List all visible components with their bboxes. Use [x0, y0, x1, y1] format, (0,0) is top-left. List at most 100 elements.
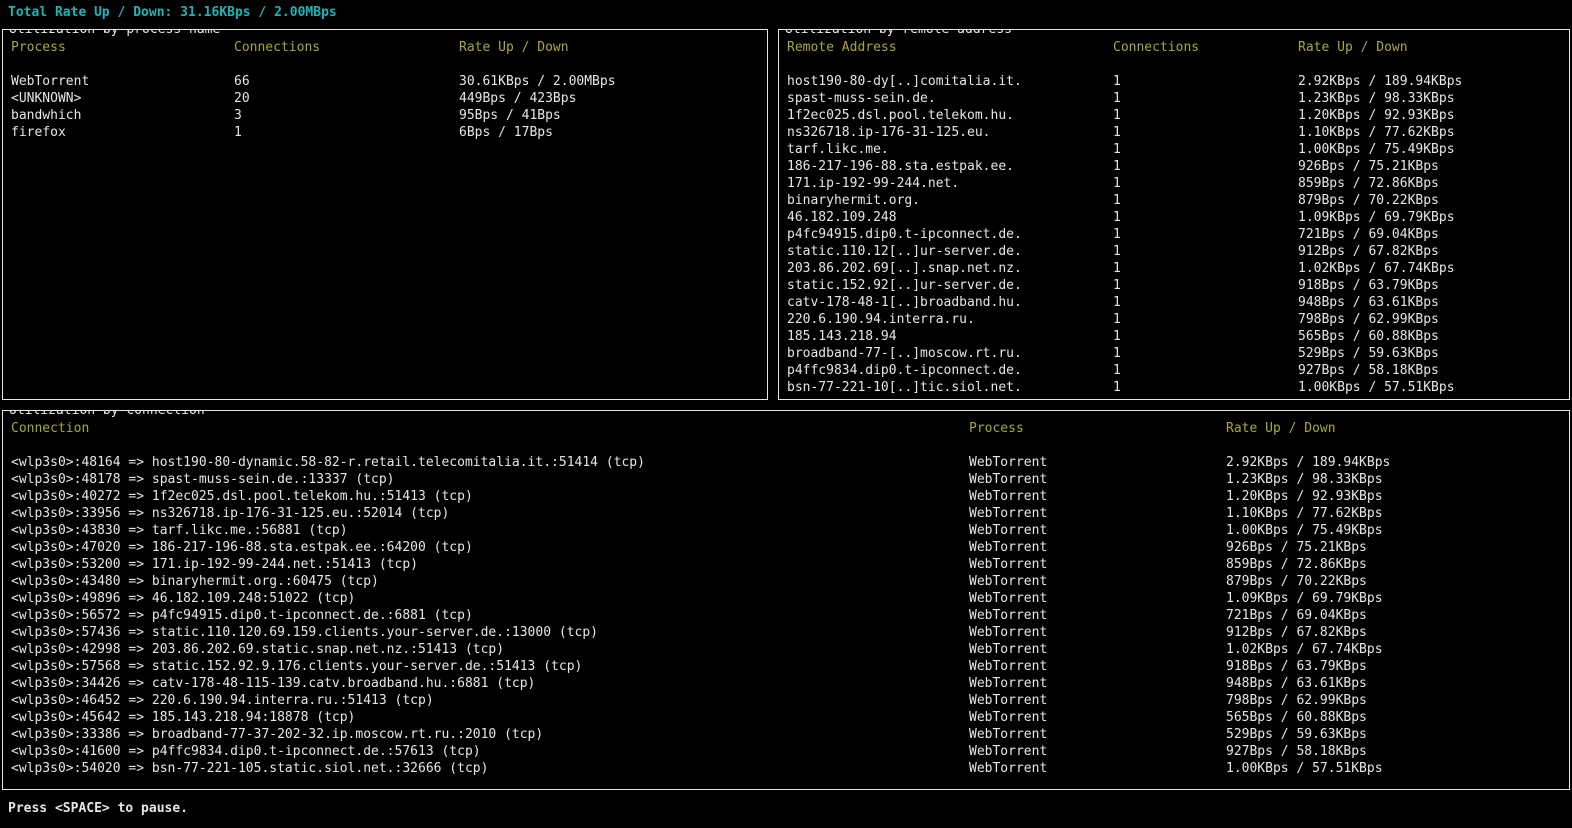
table-cell: <wlp3s0>:53200 => 171.ip-192-99-244.net.… — [11, 557, 418, 572]
table-cell: 1 — [1113, 210, 1121, 225]
table-cell: 1 — [1113, 159, 1121, 174]
table-cell: 171.ip-192-99-244.net. — [787, 176, 960, 191]
table-cell: <wlp3s0>:43480 => binaryhermit.org.:6047… — [11, 574, 379, 589]
table-cell: WebTorrent — [969, 455, 1048, 470]
column-header: Rate Up / Down — [1298, 40, 1408, 55]
table-cell: 1 — [1113, 346, 1121, 361]
table-cell: <wlp3s0>:43830 => tarf.likc.me.:56881 (t… — [11, 523, 348, 538]
process-table: Process Connections Rate Up / Down WebTorre… — [3, 39, 767, 141]
table-row: <wlp3s0>:41600 => p4ffc9834.dip0.t-ipcon… — [3, 743, 1569, 760]
table-cell: 186-217-196-88.sta.estpak.ee. — [787, 159, 1014, 174]
panel-process-utilization: Utilization by process name Process Conne… — [2, 29, 768, 400]
pause-hint: Press <SPACE> to pause. — [8, 801, 189, 816]
table-cell: 529Bps / 59.63KBps — [1298, 346, 1439, 361]
table-cell: <wlp3s0>:47020 => 186-217-196-88.sta.est… — [11, 540, 473, 555]
table-cell: 948Bps / 63.61KBps — [1298, 295, 1439, 310]
remote-address-table: Remote Address Connections Rate Up / Down h… — [779, 39, 1569, 396]
table-cell: 798Bps / 62.99KBps — [1298, 312, 1439, 327]
table-row: bsn-77-221-10[..]tic.siol.net. 1 1.00KBps … — [779, 379, 1569, 396]
table-cell: <wlp3s0>:48178 => spast-muss-sein.de.:13… — [11, 472, 395, 487]
table-row: bandwhich 3 95Bps / 41Bps — [3, 107, 767, 124]
table-cell: 1f2ec025.dsl.pool.telekom.hu. — [787, 108, 1014, 123]
column-header: Connection — [11, 421, 90, 436]
table-row: firefox 1 6Bps / 17Bps — [3, 124, 767, 141]
table-row: p4fc94915.dip0.t-ipconnect.de. 1 721Bps / … — [779, 226, 1569, 243]
table-cell: 529Bps / 59.63KBps — [1226, 727, 1367, 742]
table-cell: <wlp3s0>:33956 => ns326718.ip-176-31-125… — [11, 506, 450, 521]
table-cell: 2.92KBps / 189.94KBps — [1298, 74, 1463, 89]
table-cell: 1 — [1113, 176, 1121, 191]
table-cell: WebTorrent — [969, 506, 1048, 521]
top-panels-row: Utilization by process name Process Conne… — [2, 29, 1570, 400]
table-cell: 918Bps / 63.79KBps — [1226, 659, 1367, 674]
table-cell: 1 — [1113, 380, 1121, 395]
table-row: 1f2ec025.dsl.pool.telekom.hu. 1 1.20KBps /… — [779, 107, 1569, 124]
table-row: host190-80-dy[..]comitalia.it. 1 2.92KBps … — [779, 73, 1569, 90]
table-row: <wlp3s0>:54020 => bsn-77-221-105.static.… — [3, 760, 1569, 777]
panel-remote-utilization: Utilization by remote address Remote Add… — [778, 29, 1570, 400]
table-cell: 798Bps / 62.99KBps — [1226, 693, 1367, 708]
table-cell: tarf.likc.me. — [787, 142, 889, 157]
table-row: 46.182.109.248 1 1.09KBps / 69.79KBps — [779, 209, 1569, 226]
table-cell: 1.23KBps / 98.33KBps — [1226, 472, 1383, 487]
table-row: 171.ip-192-99-244.net. 1 859Bps / 72.86KBp… — [779, 175, 1569, 192]
table-cell: 46.182.109.248 — [787, 210, 897, 225]
table-row: 220.6.190.94.interra.ru. 1 798Bps / 62.99K… — [779, 311, 1569, 328]
table-row: <wlp3s0>:45642 => 185.143.218.94:18878 (… — [3, 709, 1569, 726]
table-cell: WebTorrent — [969, 523, 1048, 538]
table-cell: 1 — [1113, 142, 1121, 157]
table-cell: 926Bps / 75.21KBps — [1226, 540, 1367, 555]
table-cell: 1 — [1113, 91, 1121, 106]
table-row: <wlp3s0>:56572 => p4fc94915.dip0.t-ipcon… — [3, 607, 1569, 624]
table-cell: bandwhich — [11, 108, 82, 123]
table-cell: broadband-77-[..]moscow.rt.ru. — [787, 346, 1022, 361]
table-row: spast-muss-sein.de. 1 1.23KBps / 98.33KBps — [779, 90, 1569, 107]
table-cell: spast-muss-sein.de. — [787, 91, 936, 106]
table-cell: 859Bps / 72.86KBps — [1226, 557, 1367, 572]
table-row: static.152.92[..]ur-server.de. 1 918Bps / … — [779, 277, 1569, 294]
table-cell: WebTorrent — [969, 489, 1048, 504]
column-header: Process — [11, 40, 66, 55]
column-header: Connections — [234, 40, 321, 55]
table-cell: 1 — [1113, 363, 1121, 378]
table-cell: WebTorrent — [969, 557, 1048, 572]
table-cell: <wlp3s0>:57436 => static.110.120.69.159.… — [11, 625, 598, 640]
table-cell: 1 — [1113, 108, 1121, 123]
table-cell: host190-80-dy[..]comitalia.it. — [787, 74, 1022, 89]
table-cell: 879Bps / 70.22KBps — [1226, 574, 1367, 589]
table-row: <wlp3s0>:43830 => tarf.likc.me.:56881 (t… — [3, 522, 1569, 539]
terminal-screen[interactable]: Total Rate Up / Down: 31.16KBps / 2.00MB… — [0, 0, 1572, 828]
panel-title-remote: Utilization by remote address — [784, 30, 1013, 38]
table-cell: <wlp3s0>:57568 => static.152.92.9.176.cl… — [11, 659, 583, 674]
table-row: <wlp3s0>:34426 => catv-178-48-115-139.ca… — [3, 675, 1569, 692]
table-cell: ns326718.ip-176-31-125.eu. — [787, 125, 991, 140]
table-cell: <wlp3s0>:42998 => 203.86.202.69.static.s… — [11, 642, 505, 657]
table-row: 186-217-196-88.sta.estpak.ee. 1 926Bps / 7… — [779, 158, 1569, 175]
table-cell: <wlp3s0>:48164 => host190-80-dynamic.58-… — [11, 455, 645, 470]
table-cell: WebTorrent — [969, 761, 1048, 776]
table-cell: 927Bps / 58.18KBps — [1226, 744, 1367, 759]
table-cell: <wlp3s0>:54020 => bsn-77-221-105.static.… — [11, 761, 489, 776]
table-cell: 6Bps / 17Bps — [459, 125, 553, 140]
table-row: p4ffc9834.dip0.t-ipconnect.de. 1 927Bps / … — [779, 362, 1569, 379]
table-cell: 95Bps / 41Bps — [459, 108, 561, 123]
table-cell: 1.00KBps / 57.51KBps — [1298, 380, 1455, 395]
table-cell: 912Bps / 67.82KBps — [1226, 625, 1367, 640]
table-cell: p4ffc9834.dip0.t-ipconnect.de. — [787, 363, 1022, 378]
table-cell: 1.00KBps / 75.49KBps — [1226, 523, 1383, 538]
table-cell: 565Bps / 60.88KBps — [1298, 329, 1439, 344]
table-cell: 1.23KBps / 98.33KBps — [1298, 91, 1455, 106]
table-cell: 1 — [1113, 261, 1121, 276]
table-cell: WebTorrent — [969, 608, 1048, 623]
table-cell: 1 — [1113, 312, 1121, 327]
table-cell: 879Bps / 70.22KBps — [1298, 193, 1439, 208]
table-row: <wlp3s0>:47020 => 186-217-196-88.sta.est… — [3, 539, 1569, 556]
table-cell: 66 — [234, 74, 250, 89]
connection-table: Connection Process Rate Up / Down <wlp3s0>:… — [3, 420, 1569, 777]
table-row: catv-178-48-1[..]broadband.hu. 1 948Bps / … — [779, 294, 1569, 311]
table-cell: WebTorrent — [969, 574, 1048, 589]
table-cell: WebTorrent — [969, 744, 1048, 759]
panel-connection-utilization: Utilization by connection Connection Proc… — [2, 410, 1570, 790]
table-cell: WebTorrent — [969, 659, 1048, 674]
table-cell: 721Bps / 69.04KBps — [1226, 608, 1367, 623]
